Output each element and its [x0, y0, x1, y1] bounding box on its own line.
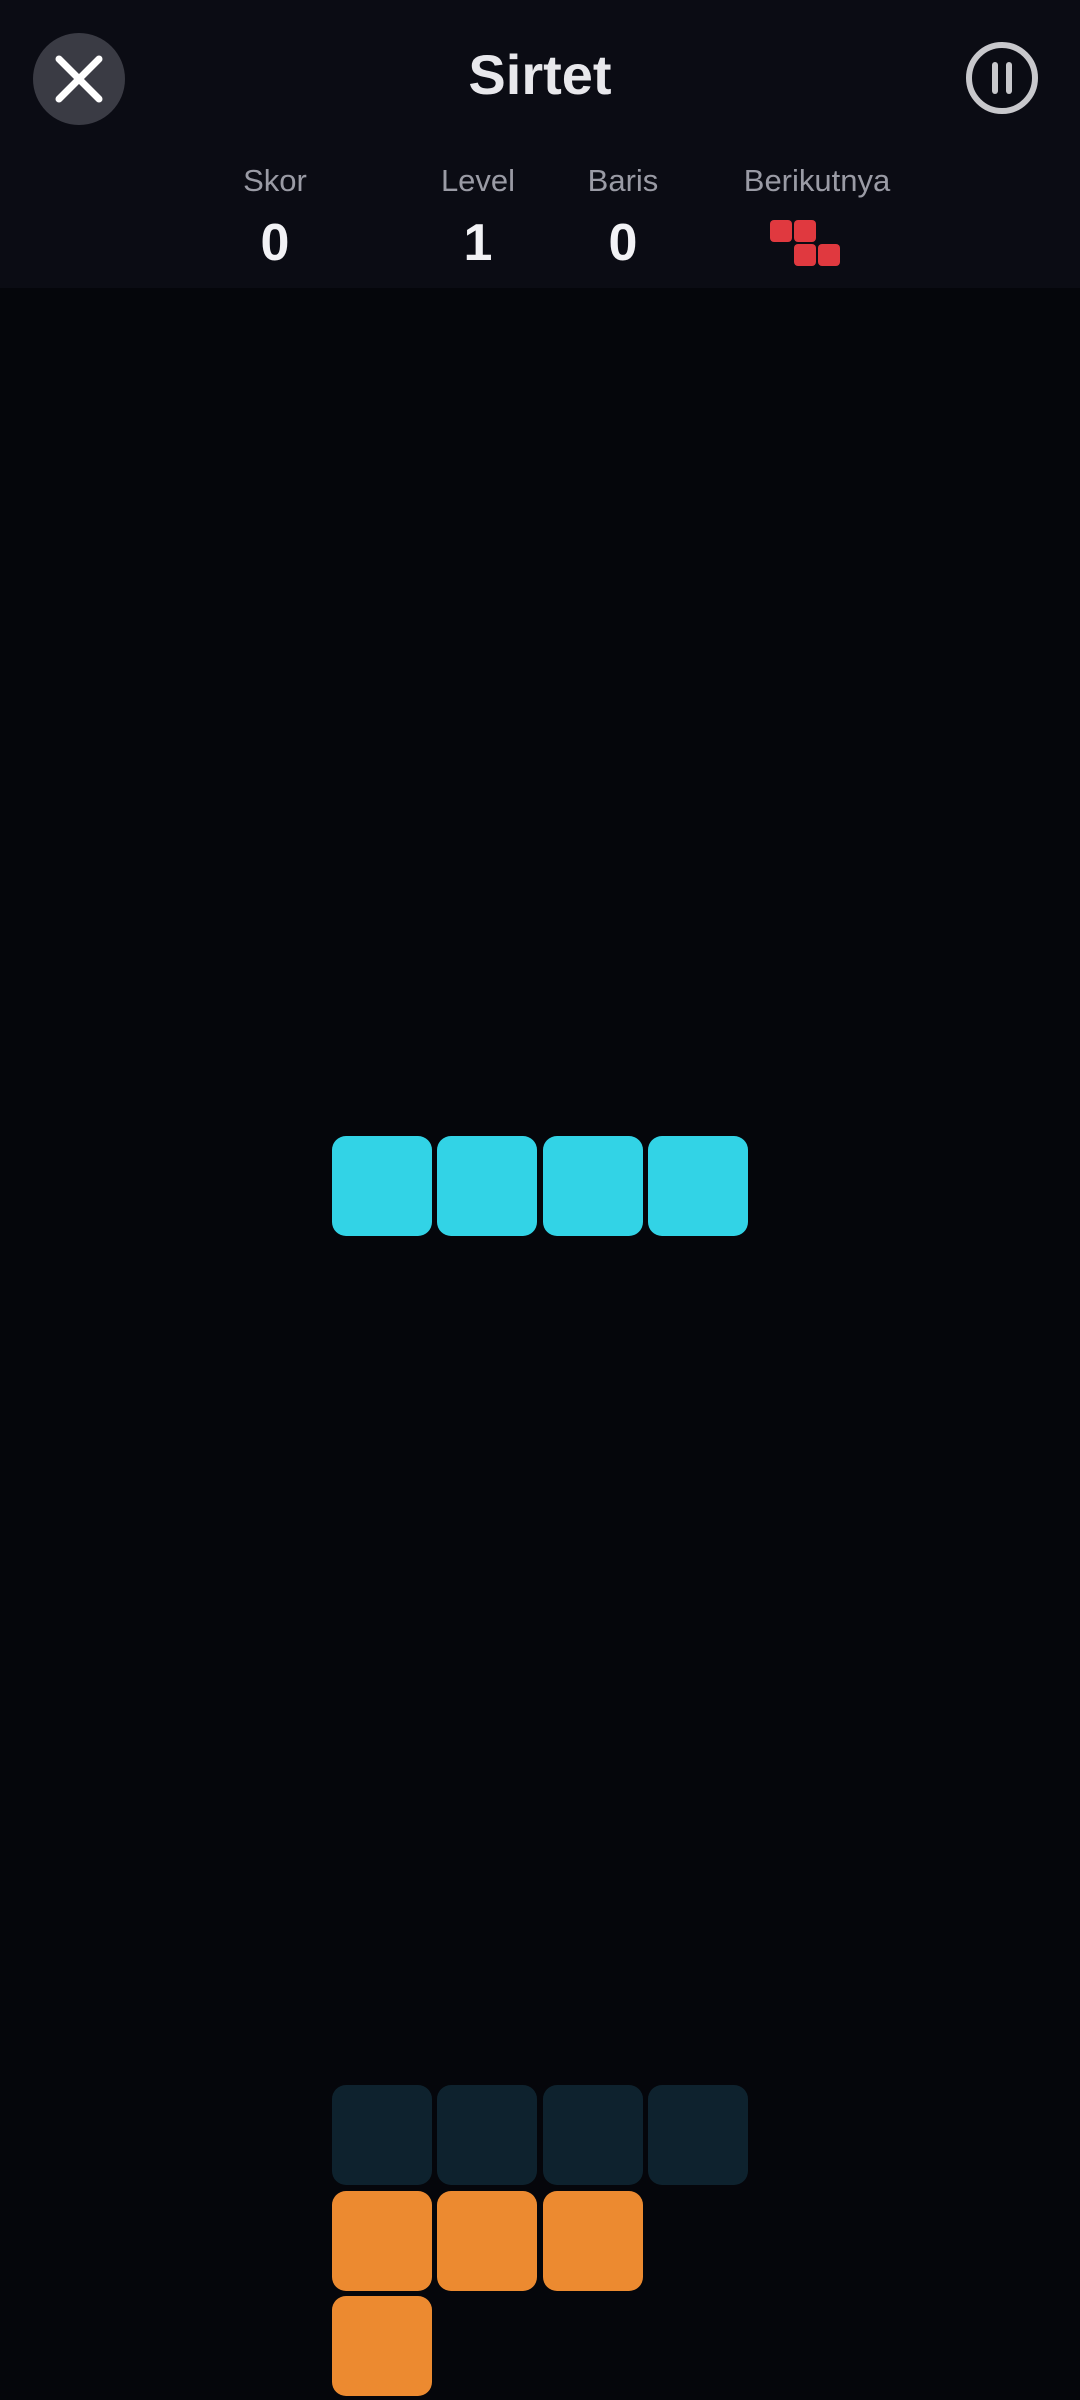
- game-board[interactable]: [0, 288, 1080, 2400]
- next-piece-cell: [794, 244, 816, 266]
- ghost-piece-cell: [437, 2085, 537, 2185]
- active-piece-cell: [437, 1136, 537, 1236]
- game-screen: Sirtet Skor 0 Level 1 Baris 0 Berikutnya: [0, 0, 1080, 2400]
- stat-next: Berikutnya: [717, 160, 917, 202]
- next-piece-cell: [770, 220, 792, 242]
- ghost-piece-cell: [332, 2085, 432, 2185]
- active-piece-cell: [543, 1136, 643, 1236]
- next-piece-preview: [768, 218, 842, 268]
- next-piece-cell: [818, 244, 840, 266]
- lines-label: Baris: [587, 163, 659, 198]
- landed-block: [332, 2296, 432, 2396]
- stat-lines: Baris 0: [523, 160, 723, 276]
- page-title: Sirtet: [468, 43, 612, 106]
- header: Sirtet Skor 0 Level 1 Baris 0 Berikutnya: [0, 0, 1080, 288]
- next-piece-cell: [794, 220, 816, 242]
- score-value: 0: [260, 214, 290, 272]
- score-label: Skor: [243, 163, 307, 198]
- ghost-piece-cell: [543, 2085, 643, 2185]
- landed-block: [332, 2191, 432, 2291]
- landed-block: [437, 2191, 537, 2291]
- lines-value: 0: [608, 214, 638, 272]
- pause-button[interactable]: [964, 40, 1040, 116]
- active-piece-cell: [648, 1136, 748, 1236]
- pause-icon: [966, 42, 1038, 114]
- landed-block: [543, 2191, 643, 2291]
- active-piece-cell: [332, 1136, 432, 1236]
- stat-score: Skor 0: [175, 160, 375, 276]
- next-label: Berikutnya: [743, 163, 891, 198]
- ghost-piece-cell: [648, 2085, 748, 2185]
